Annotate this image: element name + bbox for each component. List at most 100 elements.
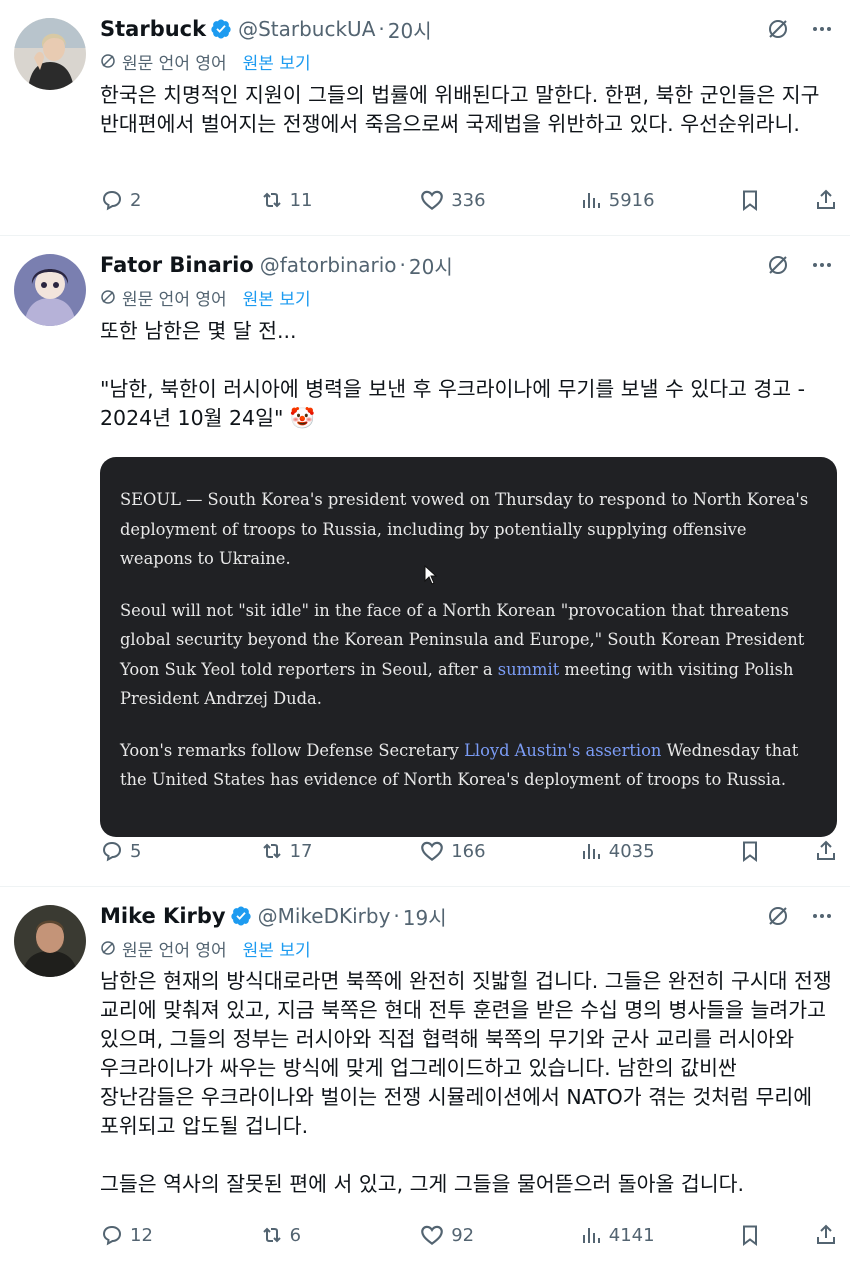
repost-icon: [262, 843, 281, 859]
like-count: 336: [451, 189, 486, 211]
reply-button[interactable]: 12: [100, 1223, 250, 1247]
bookmark-icon: [743, 190, 758, 211]
tweet-paragraph: 한국은 치명적인 지원이 그들의 법률에 위배된다고 말한다. 한편, 북한 군…: [100, 83, 820, 136]
action-bar: 12 6 92 4141: [100, 1220, 838, 1250]
like-icon: [421, 841, 444, 862]
article-paragraph: Seoul will not "sit idle" in the face of…: [120, 596, 817, 714]
reply-button[interactable]: 5: [100, 839, 250, 863]
article-link[interactable]: Lloyd Austin's assertion: [464, 741, 661, 760]
avatar[interactable]: [14, 254, 86, 326]
views-button[interactable]: 5916: [579, 188, 729, 212]
repost-button[interactable]: 17: [260, 839, 410, 863]
display-name[interactable]: Starbuck: [100, 17, 206, 41]
bookmark-icon: [743, 841, 758, 862]
like-icon: [421, 190, 444, 211]
tweet-text: 한국은 치명적인 지원이 그들의 법률에 위배된다고 말한다. 한편, 북한 군…: [100, 81, 835, 139]
share-icon: [816, 840, 835, 860]
display-name[interactable]: Mike Kirby: [100, 904, 226, 928]
tweet-paragraph: 남한은 현재의 방식대로라면 북쪽에 완전히 짓밟힐 겁니다. 그들은 완전히 …: [100, 969, 832, 1138]
bookmark-button[interactable]: [738, 188, 798, 212]
translation-label: 원문 언어 영어: [122, 53, 227, 74]
view-count: 4141: [608, 1224, 655, 1246]
views-icon: [582, 193, 600, 208]
repost-button[interactable]: 11: [260, 188, 410, 212]
views-button[interactable]: 4035: [579, 839, 729, 863]
avatar[interactable]: [14, 905, 86, 977]
reply-icon: [102, 841, 122, 862]
translation-label: 원문 언어 영어: [122, 940, 227, 961]
show-original-link[interactable]: 원본 보기: [243, 285, 311, 310]
globe-icon: [100, 289, 116, 305]
reply-icon: [102, 190, 122, 211]
verified-badge-icon: [210, 18, 232, 40]
tweet-paragraph: 그들은 역사의 잘못된 편에 서 있고, 그게 그들을 물어뜯으러 돌아올 겁니…: [100, 1172, 744, 1196]
divider: [0, 235, 850, 236]
like-icon: [421, 1225, 444, 1246]
verified-badge-icon: [230, 905, 252, 927]
show-original-link[interactable]: 원본 보기: [243, 49, 311, 74]
repost-count: 11: [289, 189, 313, 211]
tweet-paragraph: 또한 남한은 몇 달 전...: [100, 319, 297, 343]
repost-count: 17: [289, 840, 313, 862]
views-icon: [582, 1228, 600, 1243]
repost-count: 6: [289, 1224, 302, 1246]
globe-icon: [100, 53, 116, 69]
view-count: 5916: [608, 189, 655, 211]
share-button[interactable]: [808, 188, 838, 212]
like-button[interactable]: 336: [419, 187, 569, 213]
separator-dot: ·: [399, 253, 406, 277]
more-icon[interactable]: [810, 253, 834, 277]
separator-dot: ·: [378, 17, 385, 41]
bookmark-icon: [743, 1225, 758, 1246]
avatar[interactable]: [14, 18, 86, 90]
show-original-link[interactable]: 원본 보기: [243, 936, 311, 961]
translation-label: 원문 언어 영어: [122, 289, 227, 310]
more-icon[interactable]: [810, 904, 834, 928]
action-bar: 2 11 336 5916: [100, 185, 838, 215]
like-count: 166: [451, 840, 486, 862]
more-icon[interactable]: [810, 17, 834, 41]
handle[interactable]: @MikeDKirby: [258, 904, 391, 928]
display-name[interactable]: Fator Binario: [100, 253, 254, 277]
action-bar: 5 17 166 4035: [100, 836, 838, 866]
repost-button[interactable]: 6: [260, 1223, 410, 1247]
handle[interactable]: @StarbuckUA: [238, 17, 375, 41]
tweet-paragraph: "남한, 북한이 러시아에 병력을 보낸 후 우크라이나에 무기를 보낼 수 있…: [100, 377, 806, 430]
grok-icon[interactable]: [766, 904, 790, 928]
share-icon: [816, 189, 835, 209]
view-count: 4035: [608, 840, 655, 862]
views-icon: [582, 844, 600, 859]
mouse-cursor-icon: [424, 565, 438, 585]
reply-count: 12: [130, 1224, 153, 1246]
reply-icon: [102, 1225, 122, 1246]
bookmark-button[interactable]: [738, 839, 798, 863]
timestamp[interactable]: 20시: [409, 251, 453, 280]
share-button[interactable]: [808, 839, 838, 863]
views-button[interactable]: 4141: [579, 1223, 729, 1247]
grok-icon[interactable]: [766, 253, 790, 277]
article-paragraph: SEOUL — South Korea's president vowed on…: [120, 490, 809, 568]
quoted-article-card[interactable]: SEOUL — South Korea's president vowed on…: [100, 457, 837, 837]
timestamp[interactable]: 20시: [388, 15, 432, 44]
handle[interactable]: @fatorbinario: [260, 253, 397, 277]
share-button[interactable]: [808, 1223, 838, 1247]
globe-icon: [100, 940, 116, 956]
article-link[interactable]: summit: [498, 660, 559, 679]
bookmark-button[interactable]: [738, 1223, 798, 1247]
share-icon: [816, 1224, 835, 1244]
tweet-text: 또한 남한은 몇 달 전... "남한, 북한이 러시아에 병력을 보낸 후 우…: [100, 317, 835, 433]
grok-icon[interactable]: [766, 17, 790, 41]
repost-icon: [262, 1227, 281, 1243]
reply-count: 2: [130, 189, 142, 211]
article-paragraph: Yoon's remarks follow Defense Secretary …: [120, 736, 817, 795]
like-button[interactable]: 92: [419, 1222, 569, 1248]
reply-button[interactable]: 2: [100, 188, 250, 212]
divider: [0, 886, 850, 887]
timestamp[interactable]: 19시: [403, 902, 447, 931]
separator-dot: ·: [393, 904, 400, 928]
reply-count: 5: [130, 840, 142, 862]
like-button[interactable]: 166: [419, 838, 569, 864]
article-text: Yoon's remarks follow Defense Secretary: [120, 740, 465, 760]
like-count: 92: [451, 1224, 475, 1246]
tweet-text: 남한은 현재의 방식대로라면 북쪽에 완전히 짓밟힐 겁니다. 그들은 완전히 …: [100, 967, 835, 1199]
